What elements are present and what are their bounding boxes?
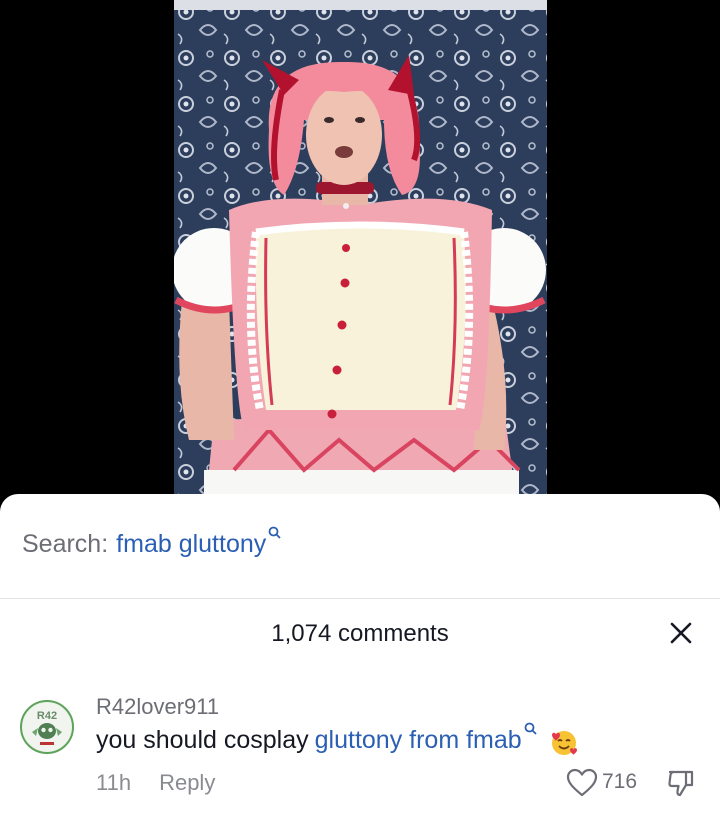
search-term-link[interactable]: fmab gluttony [116, 530, 266, 559]
video-frame[interactable] [174, 0, 547, 520]
comment-text: you should cosplay [96, 726, 309, 754]
svg-text:R42: R42 [37, 710, 57, 722]
comment-search-link[interactable]: gluttony from fmab [315, 726, 522, 755]
smiling-face-with-hearts-icon [549, 728, 579, 765]
skull-logo-icon: R42 [23, 703, 71, 751]
video-player[interactable] [0, 0, 720, 520]
avatar[interactable]: R42 [20, 700, 74, 754]
comment-meta: 11h Reply [96, 770, 215, 796]
divider [0, 598, 720, 599]
reply-button[interactable]: Reply [159, 770, 215, 796]
search-icon [524, 722, 537, 738]
comments-count-title: 1,074 comments [271, 620, 449, 647]
search-suggestion[interactable]: Search: fmab gluttony [22, 526, 281, 564]
dislike-button[interactable] [666, 768, 696, 798]
close-button[interactable] [666, 618, 696, 648]
comment-body: you should cosplay gluttony from fmab [96, 722, 579, 765]
like-button[interactable] [566, 768, 598, 798]
comment-time: 11h [96, 770, 132, 795]
search-icon [268, 526, 281, 542]
thumbs-down-icon [668, 770, 694, 797]
heart-icon [566, 768, 598, 797]
search-label: Search: [22, 530, 109, 558]
comment-username[interactable]: R42lover911 [96, 694, 219, 720]
comment-item: R42 R42lover911 you should cosplay glutt… [0, 690, 720, 820]
close-icon [670, 622, 692, 644]
comments-sheet: Search: fmab gluttony 1,074 comments R42 [0, 494, 720, 823]
like-count: 716 [602, 770, 638, 793]
